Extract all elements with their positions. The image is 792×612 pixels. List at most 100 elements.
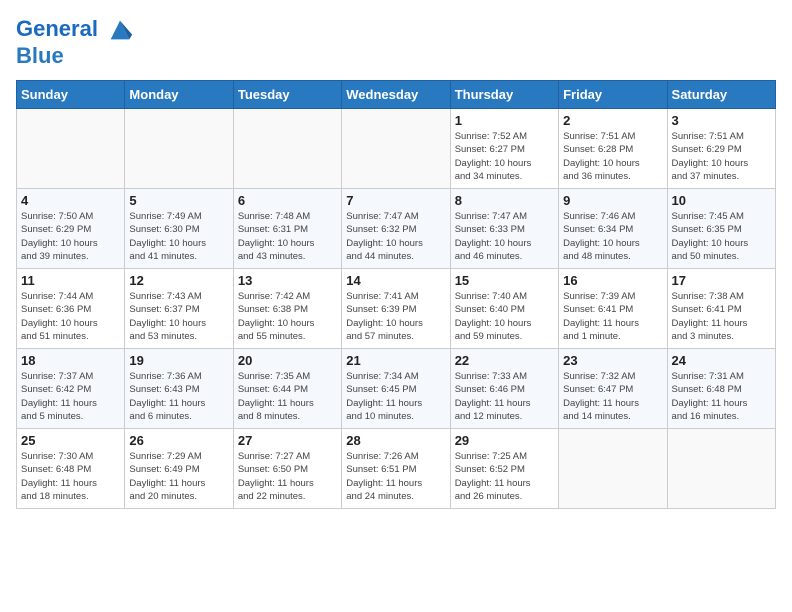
day-number: 14 [346,273,445,288]
day-info: Sunrise: 7:29 AM Sunset: 6:49 PM Dayligh… [129,450,228,503]
calendar-cell: 22 Sunrise: 7:33 AM Sunset: 6:46 PM Dayli… [450,349,558,429]
day-number: 22 [455,353,554,368]
day-number: 28 [346,433,445,448]
day-info: Sunrise: 7:47 AM Sunset: 6:32 PM Dayligh… [346,210,445,263]
calendar-cell: 24 Sunrise: 7:31 AM Sunset: 6:48 PM Dayli… [667,349,775,429]
calendar-cell: 11 Sunrise: 7:44 AM Sunset: 6:36 PM Dayli… [17,269,125,349]
calendar-cell: 7 Sunrise: 7:47 AM Sunset: 6:32 PM Daylig… [342,189,450,269]
weekday-header-tuesday: Tuesday [233,81,341,109]
day-number: 20 [238,353,337,368]
calendar-week-3: 11 Sunrise: 7:44 AM Sunset: 6:36 PM Dayli… [17,269,776,349]
day-number: 2 [563,113,662,128]
weekday-header-wednesday: Wednesday [342,81,450,109]
day-info: Sunrise: 7:44 AM Sunset: 6:36 PM Dayligh… [21,290,120,343]
calendar-cell: 15 Sunrise: 7:40 AM Sunset: 6:40 PM Dayli… [450,269,558,349]
calendar-cell [125,109,233,189]
day-info: Sunrise: 7:40 AM Sunset: 6:40 PM Dayligh… [455,290,554,343]
calendar-cell: 17Sunrise: 7:38 AM Sunset: 6:41 PM Dayli… [667,269,775,349]
day-info: Sunrise: 7:45 AM Sunset: 6:35 PM Dayligh… [672,210,771,263]
day-info: Sunrise: 7:33 AM Sunset: 6:46 PM Dayligh… [455,370,554,423]
day-number: 8 [455,193,554,208]
day-info: Sunrise: 7:41 AM Sunset: 6:39 PM Dayligh… [346,290,445,343]
day-info: Sunrise: 7:50 AM Sunset: 6:29 PM Dayligh… [21,210,120,263]
day-number: 29 [455,433,554,448]
day-info: Sunrise: 7:25 AM Sunset: 6:52 PM Dayligh… [455,450,554,503]
day-info: Sunrise: 7:35 AM Sunset: 6:44 PM Dayligh… [238,370,337,423]
calendar-cell: 18 Sunrise: 7:37 AM Sunset: 6:42 PM Dayli… [17,349,125,429]
day-number: 16 [563,273,662,288]
day-info: Sunrise: 7:38 AM Sunset: 6:41 PM Dayligh… [672,290,771,343]
calendar-cell: 14 Sunrise: 7:41 AM Sunset: 6:39 PM Dayli… [342,269,450,349]
day-info: Sunrise: 7:36 AM Sunset: 6:43 PM Dayligh… [129,370,228,423]
calendar-table: SundayMondayTuesdayWednesdayThursdayFrid… [16,80,776,509]
day-number: 10 [672,193,771,208]
logo-blue: Blue [16,44,134,68]
calendar-cell [667,429,775,509]
calendar-week-5: 25 Sunrise: 7:30 AM Sunset: 6:48 PM Dayli… [17,429,776,509]
day-info: Sunrise: 7:27 AM Sunset: 6:50 PM Dayligh… [238,450,337,503]
calendar-cell: 20 Sunrise: 7:35 AM Sunset: 6:44 PM Dayli… [233,349,341,429]
calendar-cell [559,429,667,509]
weekday-header-sunday: Sunday [17,81,125,109]
calendar-cell: 29 Sunrise: 7:25 AM Sunset: 6:52 PM Dayli… [450,429,558,509]
logo-text: General [16,16,134,44]
calendar-cell: 3Sunrise: 7:51 AM Sunset: 6:29 PM Daylig… [667,109,775,189]
day-info: Sunrise: 7:39 AM Sunset: 6:41 PM Dayligh… [563,290,662,343]
day-info: Sunrise: 7:48 AM Sunset: 6:31 PM Dayligh… [238,210,337,263]
page-header: General Blue [16,16,776,68]
calendar-cell: 25 Sunrise: 7:30 AM Sunset: 6:48 PM Dayli… [17,429,125,509]
day-number: 23 [563,353,662,368]
calendar-cell: 4Sunrise: 7:50 AM Sunset: 6:29 PM Daylig… [17,189,125,269]
day-info: Sunrise: 7:51 AM Sunset: 6:29 PM Dayligh… [672,130,771,183]
calendar-cell: 23Sunrise: 7:32 AM Sunset: 6:47 PM Dayli… [559,349,667,429]
day-number: 5 [129,193,228,208]
day-info: Sunrise: 7:34 AM Sunset: 6:45 PM Dayligh… [346,370,445,423]
day-number: 7 [346,193,445,208]
day-info: Sunrise: 7:52 AM Sunset: 6:27 PM Dayligh… [455,130,554,183]
day-number: 12 [129,273,228,288]
calendar-week-1: 1Sunrise: 7:52 AM Sunset: 6:27 PM Daylig… [17,109,776,189]
calendar-cell: 27 Sunrise: 7:27 AM Sunset: 6:50 PM Dayli… [233,429,341,509]
day-number: 24 [672,353,771,368]
calendar-cell: 12 Sunrise: 7:43 AM Sunset: 6:37 PM Dayli… [125,269,233,349]
day-info: Sunrise: 7:26 AM Sunset: 6:51 PM Dayligh… [346,450,445,503]
day-info: Sunrise: 7:42 AM Sunset: 6:38 PM Dayligh… [238,290,337,343]
day-info: Sunrise: 7:51 AM Sunset: 6:28 PM Dayligh… [563,130,662,183]
day-info: Sunrise: 7:47 AM Sunset: 6:33 PM Dayligh… [455,210,554,263]
calendar-cell [342,109,450,189]
day-number: 11 [21,273,120,288]
day-number: 15 [455,273,554,288]
weekday-header-row: SundayMondayTuesdayWednesdayThursdayFrid… [17,81,776,109]
calendar-cell: 5 Sunrise: 7:49 AM Sunset: 6:30 PM Daylig… [125,189,233,269]
calendar-cell: 26 Sunrise: 7:29 AM Sunset: 6:49 PM Dayli… [125,429,233,509]
weekday-header-monday: Monday [125,81,233,109]
day-info: Sunrise: 7:49 AM Sunset: 6:30 PM Dayligh… [129,210,228,263]
day-info: Sunrise: 7:43 AM Sunset: 6:37 PM Dayligh… [129,290,228,343]
day-number: 25 [21,433,120,448]
calendar-cell: 6Sunrise: 7:48 AM Sunset: 6:31 PM Daylig… [233,189,341,269]
calendar-cell [17,109,125,189]
day-info: Sunrise: 7:46 AM Sunset: 6:34 PM Dayligh… [563,210,662,263]
calendar-cell: 8 Sunrise: 7:47 AM Sunset: 6:33 PM Daylig… [450,189,558,269]
day-number: 18 [21,353,120,368]
day-info: Sunrise: 7:31 AM Sunset: 6:48 PM Dayligh… [672,370,771,423]
day-number: 26 [129,433,228,448]
day-info: Sunrise: 7:30 AM Sunset: 6:48 PM Dayligh… [21,450,120,503]
logo-general: General [16,16,98,41]
calendar-cell: 9 Sunrise: 7:46 AM Sunset: 6:34 PM Daylig… [559,189,667,269]
day-number: 21 [346,353,445,368]
calendar-cell: 21 Sunrise: 7:34 AM Sunset: 6:45 PM Dayli… [342,349,450,429]
logo: General Blue [16,16,134,68]
logo-icon [106,16,134,44]
day-info: Sunrise: 7:37 AM Sunset: 6:42 PM Dayligh… [21,370,120,423]
calendar-cell: 2 Sunrise: 7:51 AM Sunset: 6:28 PM Daylig… [559,109,667,189]
day-number: 27 [238,433,337,448]
calendar-cell: 16 Sunrise: 7:39 AM Sunset: 6:41 PM Dayli… [559,269,667,349]
day-number: 13 [238,273,337,288]
weekday-header-saturday: Saturday [667,81,775,109]
calendar-week-4: 18 Sunrise: 7:37 AM Sunset: 6:42 PM Dayli… [17,349,776,429]
calendar-cell: 10 Sunrise: 7:45 AM Sunset: 6:35 PM Dayli… [667,189,775,269]
calendar-cell [233,109,341,189]
weekday-header-friday: Friday [559,81,667,109]
day-number: 9 [563,193,662,208]
